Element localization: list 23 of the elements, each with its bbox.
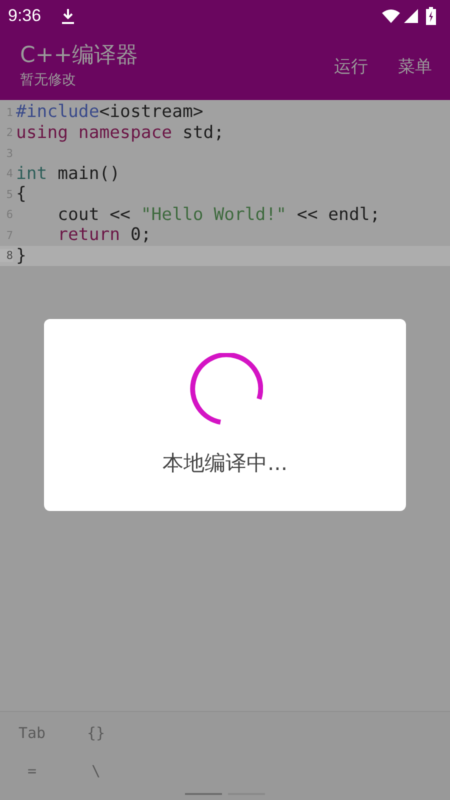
- action-button[interactable]: 运行: [330, 50, 372, 82]
- app-title: C++编译器: [20, 43, 140, 69]
- code-line: }: [16, 246, 26, 266]
- action-button[interactable]: 菜单: [394, 50, 436, 82]
- wifi-icon: [382, 9, 400, 23]
- symbol-key[interactable]: {}: [64, 714, 128, 752]
- signal-icon: [404, 9, 418, 23]
- code-line: {: [16, 184, 26, 204]
- clock-time: 9:36: [8, 6, 42, 26]
- line-number: 8: [0, 249, 13, 262]
- code-line: #include<iostream>: [16, 102, 204, 122]
- code-line: int main(): [16, 164, 120, 184]
- symbol-key[interactable]: Tab: [0, 714, 64, 752]
- loading-message: 本地编译中...: [162, 450, 288, 477]
- page-indicator: [185, 793, 222, 795]
- battery-icon: [426, 7, 436, 25]
- code-line: using namespace std;: [16, 122, 224, 143]
- symbol-key[interactable]: \: [64, 752, 128, 790]
- code-line: return 0;: [56, 225, 152, 246]
- download-icon: [61, 8, 76, 24]
- app-subtitle: 暂无修改: [20, 71, 77, 89]
- symbol-key[interactable]: =: [0, 752, 64, 790]
- code-line: cout << "Hello World!" << endl;: [56, 204, 380, 225]
